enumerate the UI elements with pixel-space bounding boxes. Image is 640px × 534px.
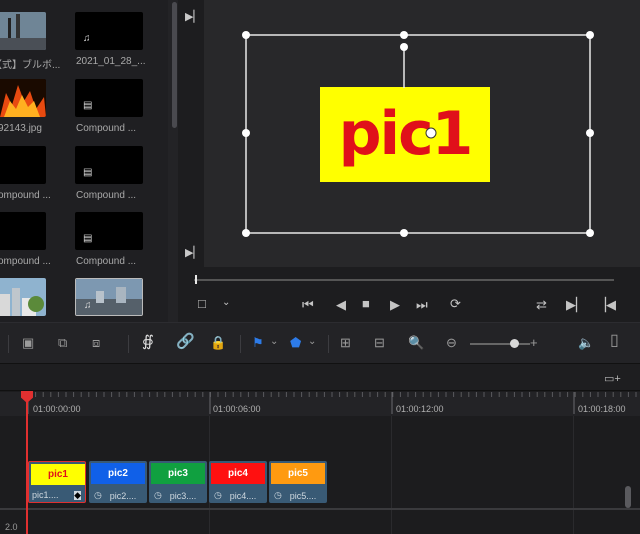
media-clip-thumbnail[interactable]: ♫ — [75, 278, 143, 316]
media-pool-scrollbar-thumb[interactable] — [172, 2, 177, 128]
chevron-down-icon[interactable]: ⌄ — [308, 337, 316, 347]
music-note-icon: ♫ — [84, 300, 92, 311]
media-clip-label: 【式】ブルボ... — [0, 60, 61, 71]
viewer-panel: ▶▏ ▶▏ pic1 □ ⌄ ⏮ ◀ ■ ▶ ⏭ ⟳ ⇄ ▶▏ ▕◀ — [178, 0, 640, 322]
timeline-ruler[interactable]: 01:00:00:00 01:00:06:00 01:00:12:00 01:0… — [0, 392, 640, 416]
zoom-full-icon[interactable]: ⊞ — [340, 336, 351, 349]
timeline-playhead[interactable] — [26, 392, 28, 534]
speaker-icon[interactable]: 🔈 — [578, 336, 594, 349]
city-image-icon — [0, 278, 46, 316]
last-frame-icon[interactable]: ⏭ — [416, 298, 428, 311]
timeline-gridline — [573, 416, 574, 534]
toolbar-divider — [8, 335, 9, 353]
media-pool: ♫ 2021_01_28_... 【式】ブルボ... ▤ 92143.jpg C… — [0, 0, 178, 322]
clip-name: pic5.... — [289, 491, 317, 501]
timeline-clip[interactable]: pic3 ◷ pic3.... — [149, 461, 207, 503]
compound-clip-icon: ▤ — [83, 167, 93, 178]
clip-thumbnail: pic5 — [271, 463, 325, 484]
media-clip-thumbnail[interactable] — [0, 12, 46, 50]
chevron-down-icon[interactable]: ⌄ — [222, 298, 230, 308]
clip-name: pic2.... — [109, 491, 137, 501]
zoom-slider-handle[interactable] — [510, 339, 519, 348]
marker-icon[interactable]: ⬟ — [290, 336, 301, 349]
match-frame-icon[interactable]: ⇄ — [536, 298, 547, 311]
replace-clip-icon[interactable]: ⧈ — [92, 336, 100, 349]
clip-thumbnail: pic4 — [211, 463, 265, 484]
timeline-clip[interactable]: pic4 ◷ pic4.... — [209, 461, 267, 503]
timeline-header: ▭+ — [0, 364, 640, 391]
chevron-down-icon[interactable]: ⌄ — [270, 337, 278, 347]
media-clip-thumbnail[interactable] — [0, 278, 46, 316]
viewer-canvas[interactable]: pic1 — [204, 0, 640, 267]
media-clip-thumbnail[interactable] — [0, 79, 46, 117]
timecode-label: 01:00:18:00 — [578, 404, 626, 414]
timecode-label: 01:00:06:00 — [213, 404, 261, 414]
collapse-left-icon[interactable]: ▶▏ — [185, 246, 202, 259]
viewer-scrubber-handle[interactable] — [195, 275, 197, 284]
timeline-gridline — [391, 416, 392, 534]
transform-bounding-box[interactable] — [204, 0, 640, 267]
flag-icon[interactable]: ⚑ — [252, 336, 264, 349]
media-clip-label: Compound ... — [76, 190, 137, 201]
media-clip-label: Compound ... — [76, 256, 137, 267]
media-clip-label: Compound ... — [76, 123, 137, 134]
audio-track-channel-label: 2.0 — [5, 522, 18, 532]
audio-meter-icon[interactable]: ▯ — [610, 333, 619, 349]
timecode-label: 01:00:00:00 — [33, 404, 81, 414]
clip-name: pic3.... — [169, 491, 197, 501]
loop-icon[interactable]: ⟳ — [450, 297, 461, 310]
toolbar-divider — [240, 335, 241, 353]
link-icon[interactable]: 🔗 — [176, 334, 195, 349]
zoom-custom-icon[interactable]: 🔍 — [408, 336, 424, 349]
clip-thumbnail: pic2 — [91, 463, 145, 484]
fire-image-icon — [0, 79, 46, 117]
add-track-icon[interactable]: ▭+ — [604, 372, 621, 385]
snapping-icon[interactable]: ∯ — [142, 334, 154, 349]
zoom-in-icon[interactable]: + — [530, 336, 538, 349]
film-still-icon — [0, 12, 46, 50]
zoom-out-icon[interactable]: ⊖ — [446, 336, 457, 349]
overwrite-clip-icon[interactable]: ⧉ — [58, 336, 67, 349]
zoom-detail-icon[interactable]: ⊟ — [374, 336, 385, 349]
compound-clip-icon: ▤ — [83, 100, 93, 111]
media-clip-thumbnail[interactable]: ▤ — [75, 146, 143, 184]
clip-thumbnail: pic3 — [151, 463, 205, 484]
lock-icon[interactable]: 🔒 — [210, 336, 226, 349]
timecode-label: 01:00:12:00 — [396, 404, 444, 414]
play-reverse-icon[interactable]: ◀ — [336, 298, 346, 311]
toolbar-divider — [128, 335, 129, 353]
media-clip-label: ompound ... — [0, 256, 51, 267]
media-clip-thumbnail[interactable]: ▤ — [75, 212, 143, 250]
compound-clip-icon: ▤ — [83, 233, 93, 244]
media-clip-label: 92143.jpg — [0, 123, 42, 134]
timeline-clip[interactable]: pic5 ◷ pic5.... — [269, 461, 327, 503]
edit-toolbar: ▣ ⧉ ⧈ ∯ 🔗 🔒 ⚑ ⌄ ⬟ ⌄ ⊞ ⊟ 🔍 ⊖ + 🔈 ▯ — [0, 322, 640, 364]
zoom-slider[interactable] — [470, 343, 530, 345]
mark-out-icon[interactable]: ▕◀ — [596, 298, 616, 311]
dynamic-trim-icon[interactable]: ▣ — [22, 336, 34, 349]
play-icon[interactable]: ▶ — [390, 298, 400, 311]
media-clip-thumbnail[interactable]: ♫ — [75, 12, 143, 50]
toolbar-divider — [328, 335, 329, 353]
ruler-ticks — [27, 392, 637, 414]
media-clip-label: 2021_01_28_... — [76, 56, 146, 67]
timeline-track-divider — [0, 508, 640, 510]
media-clip-thumbnail[interactable]: ▤ — [75, 79, 143, 117]
clip-thumbnail: pic1 — [31, 464, 85, 485]
transform-mode-icon[interactable]: □ — [198, 297, 206, 310]
viewer-scrubber[interactable] — [194, 279, 614, 281]
timeline-clip[interactable]: pic1 pic1.... ◆ — [28, 461, 86, 503]
mark-in-icon[interactable]: ▶▏ — [566, 298, 586, 311]
media-clip-label: ompound ... — [0, 190, 51, 201]
timeline-scrollbar[interactable] — [625, 486, 631, 508]
media-clip-thumbnail[interactable] — [0, 212, 46, 250]
media-clip-thumbnail[interactable] — [0, 146, 46, 184]
first-frame-icon[interactable]: ⏮ — [302, 298, 314, 311]
timeline-clip[interactable]: pic2 ◷ pic2.... — [89, 461, 147, 503]
collapse-left-icon[interactable]: ▶▏ — [185, 10, 202, 23]
music-note-icon: ♫ — [83, 33, 91, 44]
keyframe-icon: ◆ — [74, 490, 81, 500]
stop-icon[interactable]: ■ — [362, 297, 370, 310]
clip-name: pic4.... — [229, 491, 257, 501]
